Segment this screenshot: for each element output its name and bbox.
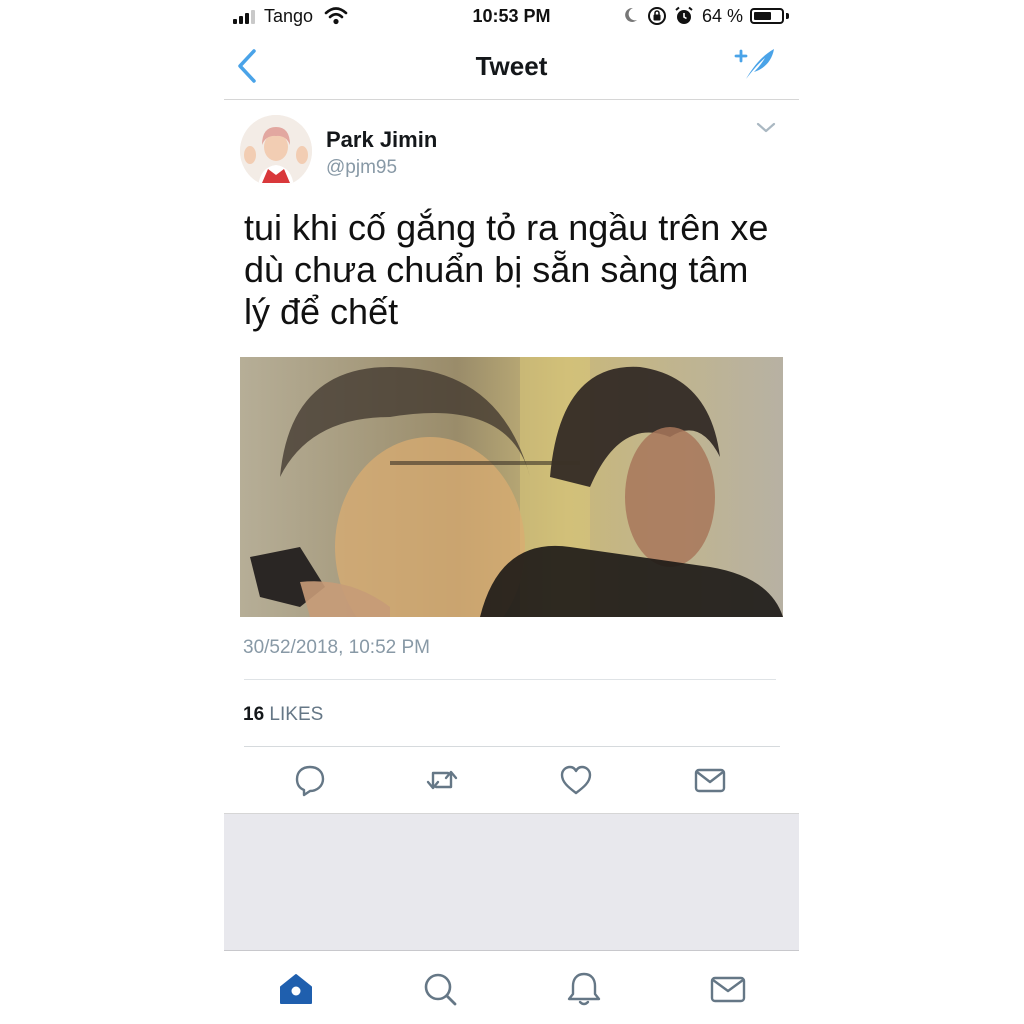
battery-icon	[750, 8, 784, 24]
author-handle[interactable]: @pjm95	[326, 157, 397, 179]
likes-summary[interactable]: 16 LIKES	[243, 704, 323, 726]
author-name[interactable]: Park Jimin	[326, 127, 437, 153]
chevron-down-icon[interactable]	[756, 118, 776, 138]
home-icon[interactable]	[276, 969, 316, 1009]
reply-icon[interactable]	[292, 762, 328, 798]
rotation-lock-icon	[646, 5, 668, 32]
tweet-media-image[interactable]	[240, 357, 783, 617]
do-not-disturb-icon	[622, 5, 640, 30]
page-title: Tweet	[475, 51, 548, 81]
alarm-icon	[673, 5, 695, 32]
divider	[244, 746, 780, 747]
tweet-timestamp: 30/52/2018, 10:52 PM	[243, 637, 430, 658]
avatar[interactable]	[240, 115, 312, 187]
divider	[244, 679, 776, 680]
messages-icon[interactable]	[708, 969, 748, 1009]
likes-label: LIKES	[269, 704, 324, 725]
compose-tweet-icon[interactable]	[732, 45, 776, 85]
battery-percent: 64 %	[702, 6, 744, 26]
tweet-text: tui khi cố gắng tỏ ra ngầu trên xe dù ch…	[244, 207, 769, 332]
notifications-icon[interactable]	[564, 969, 604, 1009]
navigation-bar: Tweet	[224, 34, 799, 100]
empty-replies-area	[224, 813, 799, 951]
status-bar: Tango 10:53 PM 64 %	[224, 0, 799, 34]
search-icon[interactable]	[420, 969, 460, 1009]
direct-message-icon[interactable]	[692, 762, 728, 798]
like-icon[interactable]	[558, 762, 594, 798]
tweet-detail-screen: Tango 10:53 PM 64 % Tweet Park Jimin @pj…	[224, 0, 799, 1024]
likes-count: 16	[243, 704, 265, 725]
retweet-icon[interactable]	[424, 762, 460, 798]
tab-bar	[224, 950, 799, 1024]
